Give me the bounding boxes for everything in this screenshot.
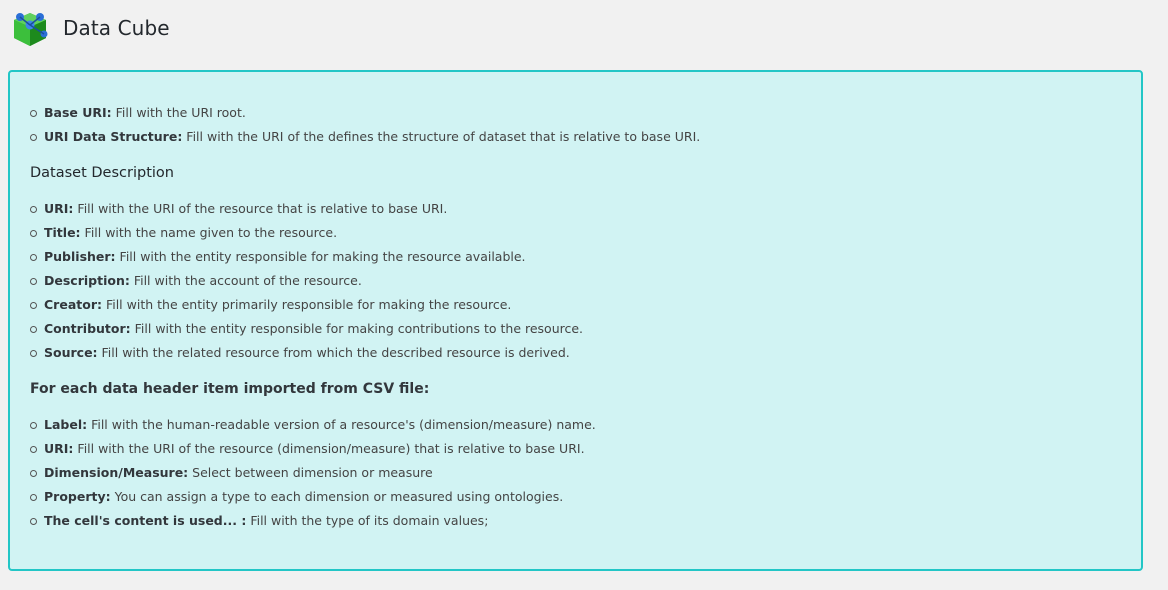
list-item-text: Fill with the human-readable version of … xyxy=(87,417,596,432)
bullet-circle-icon xyxy=(30,134,37,141)
uri-list: Base URI: Fill with the URI root. URI Da… xyxy=(30,101,1121,149)
list-item-term: Description: xyxy=(44,273,130,288)
list-item-text: Fill with the URI of the defines the str… xyxy=(182,129,701,144)
list-item-text: Fill with the entity responsible for mak… xyxy=(115,249,526,264)
bullet-circle-icon xyxy=(30,470,37,477)
dataset-description-heading: Dataset Description xyxy=(30,165,174,181)
list-item-term: URI: xyxy=(44,201,74,216)
list-item: Source: Fill with the related resource f… xyxy=(30,341,1121,365)
bullet-circle-icon xyxy=(30,206,37,213)
list-item-term: The cell's content is used... : xyxy=(44,513,247,528)
csv-header-heading: For each data header item imported from … xyxy=(30,381,430,397)
bullet-circle-icon xyxy=(30,230,37,237)
list-item-text: Fill with the entity responsible for mak… xyxy=(130,321,584,336)
list-item-text: Fill with the URI of the resource (dimen… xyxy=(73,441,585,456)
list-item-text: Fill with the related resource from whic… xyxy=(97,345,570,360)
list-item-term: URI: xyxy=(44,441,74,456)
list-item-text: Fill with the URI of the resource that i… xyxy=(73,201,448,216)
list-item-text: Fill with the name given to the resource… xyxy=(80,225,338,240)
page-header: Data Cube xyxy=(10,7,170,49)
help-panel: Base URI: Fill with the URI root. URI Da… xyxy=(8,70,1143,571)
list-item: Description: Fill with the account of th… xyxy=(30,269,1121,293)
list-item: Dimension/Measure: Select between dimens… xyxy=(30,461,1121,485)
data-cube-logo-icon xyxy=(14,13,48,46)
list-item-text: Fill with the entity primarily responsib… xyxy=(101,297,512,312)
dataset-list: URI: Fill with the URI of the resource t… xyxy=(30,197,1121,365)
list-item: URI: Fill with the URI of the resource t… xyxy=(30,197,1121,221)
bullet-circle-icon xyxy=(30,494,37,501)
list-item-term: Dimension/Measure: xyxy=(44,465,189,480)
list-item: Label: Fill with the human-readable vers… xyxy=(30,413,1121,437)
bullet-circle-icon xyxy=(30,278,37,285)
list-item-term: Publisher: xyxy=(44,249,116,264)
list-item-term: Contributor: xyxy=(44,321,131,336)
list-item-text: Fill with the URI root. xyxy=(111,105,246,120)
list-item: Property: You can assign a type to each … xyxy=(30,485,1121,509)
bullet-circle-icon xyxy=(30,350,37,357)
list-item-term: Label: xyxy=(44,417,88,432)
bullet-circle-icon xyxy=(30,254,37,261)
csv-list: Label: Fill with the human-readable vers… xyxy=(30,413,1121,533)
list-item: The cell's content is used... : Fill wit… xyxy=(30,509,1121,533)
list-item: Contributor: Fill with the entity respon… xyxy=(30,317,1121,341)
list-item-term: Title: xyxy=(44,225,81,240)
bullet-circle-icon xyxy=(30,110,37,117)
bullet-circle-icon xyxy=(30,422,37,429)
bullet-circle-icon xyxy=(30,302,37,309)
list-item-term: URI Data Structure: xyxy=(44,129,183,144)
list-item: Base URI: Fill with the URI root. xyxy=(30,101,1121,125)
list-item-term: Base URI: xyxy=(44,105,112,120)
page-title: Data Cube xyxy=(63,16,170,40)
list-item-term: Creator: xyxy=(44,297,102,312)
list-item-term: Source: xyxy=(44,345,98,360)
list-item: URI: Fill with the URI of the resource (… xyxy=(30,437,1121,461)
bullet-circle-icon xyxy=(30,518,37,525)
list-item: Title: Fill with the name given to the r… xyxy=(30,221,1121,245)
bullet-circle-icon xyxy=(30,446,37,453)
list-item-text: Fill with the type of its domain values; xyxy=(246,513,489,528)
list-item-text: You can assign a type to each dimension … xyxy=(110,489,564,504)
list-item-text: Fill with the account of the resource. xyxy=(129,273,362,288)
list-item: Publisher: Fill with the entity responsi… xyxy=(30,245,1121,269)
bullet-circle-icon xyxy=(30,326,37,333)
list-item-text: Select between dimension or measure xyxy=(188,465,433,480)
list-item: Creator: Fill with the entity primarily … xyxy=(30,293,1121,317)
list-item-term: Property: xyxy=(44,489,111,504)
list-item: URI Data Structure: Fill with the URI of… xyxy=(30,125,1121,149)
